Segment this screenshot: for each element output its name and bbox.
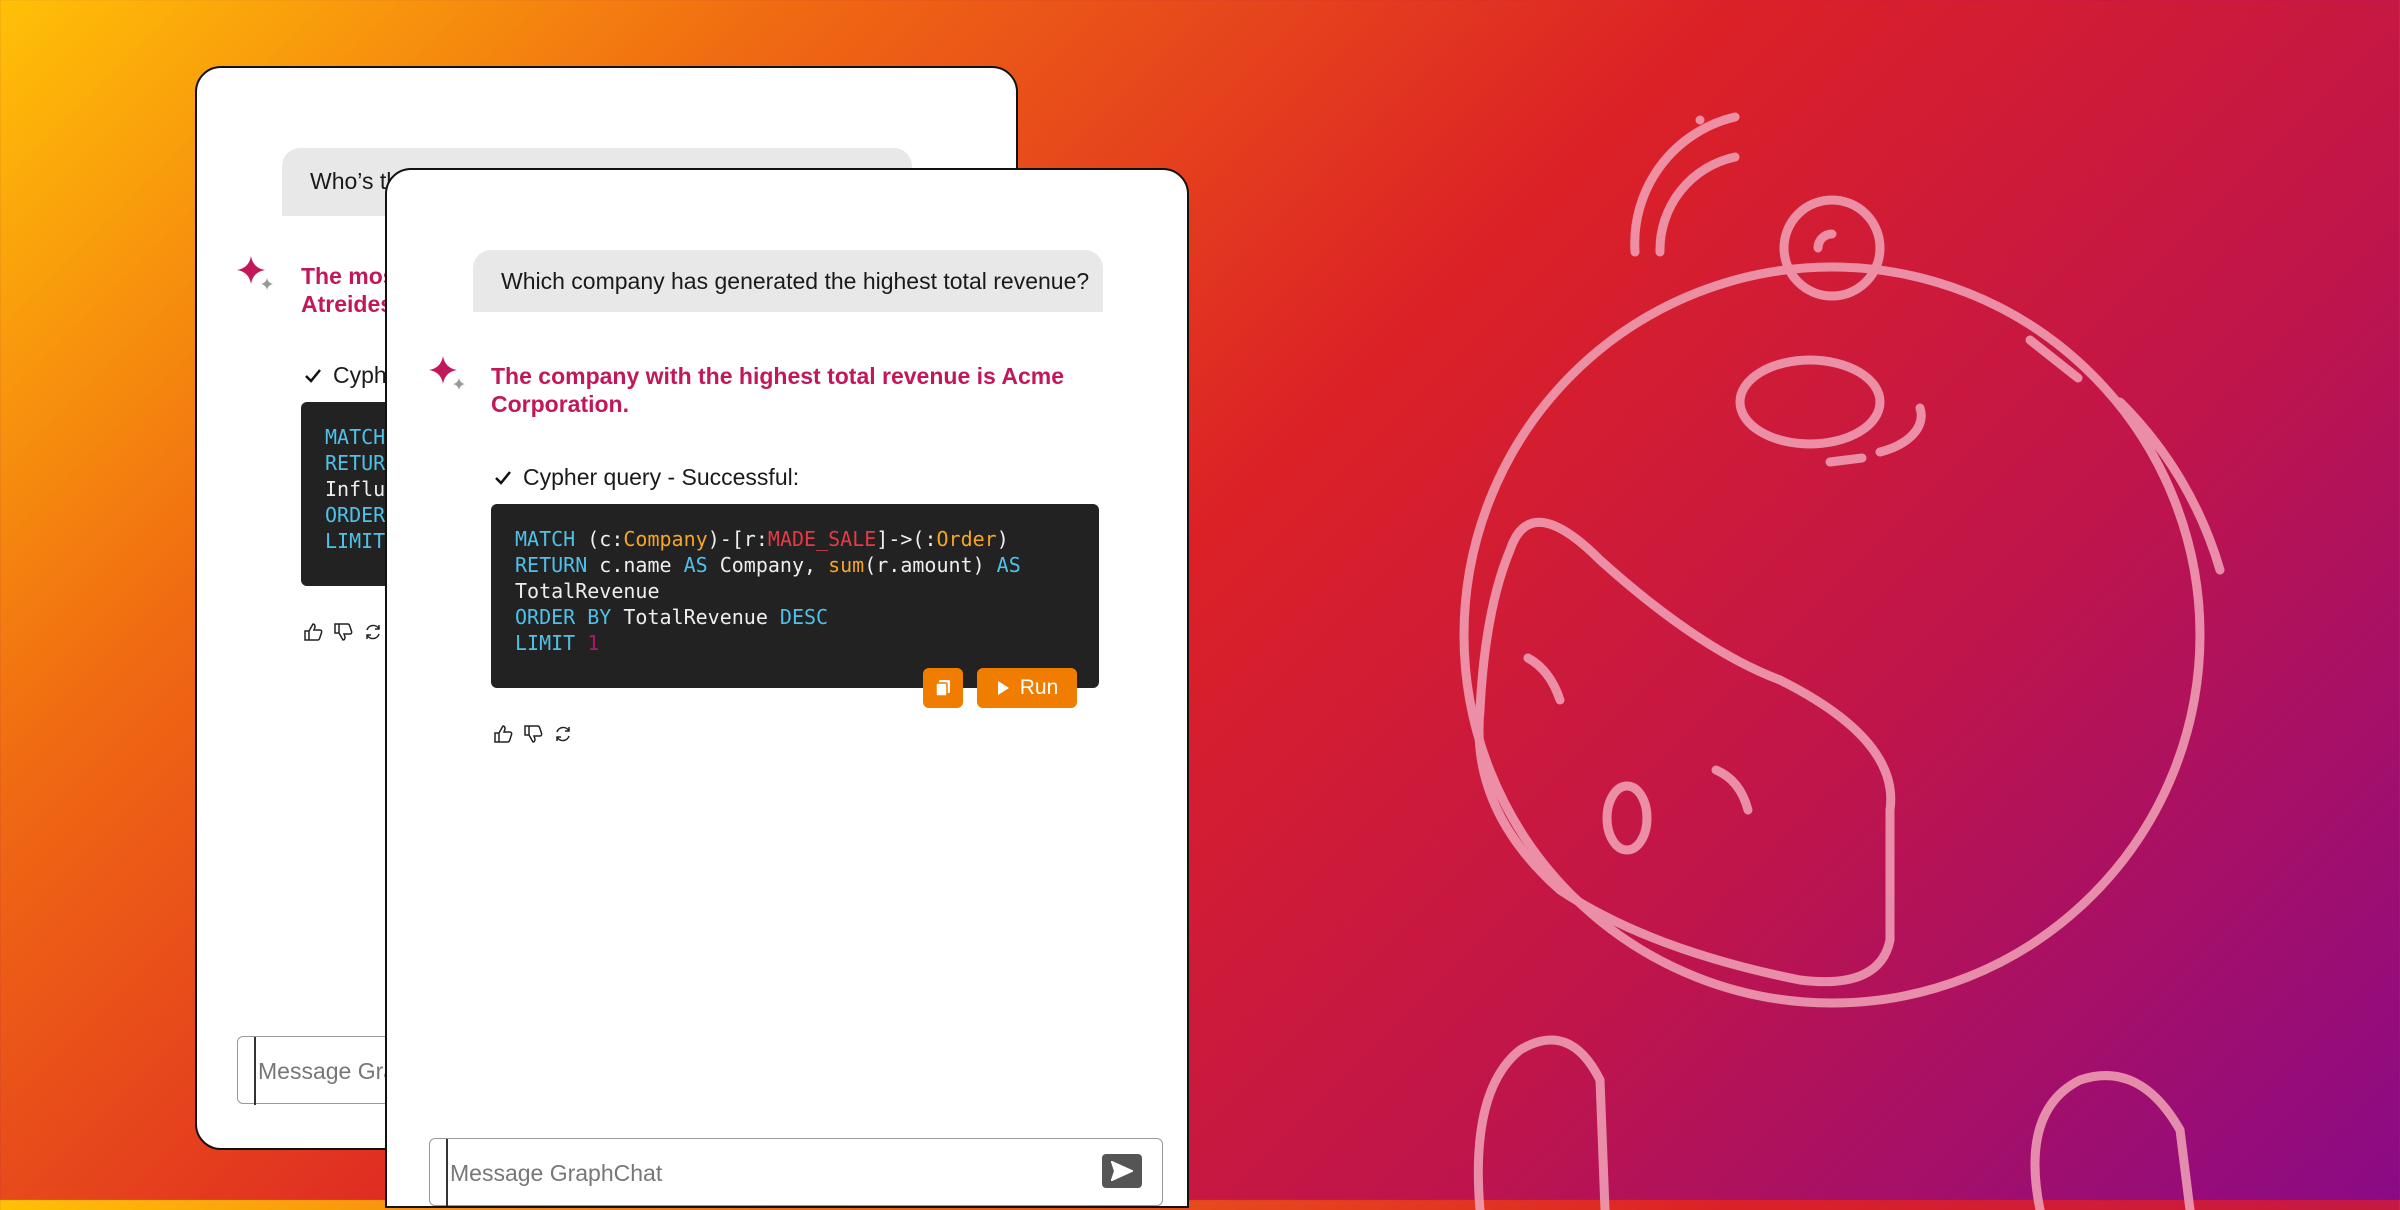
user-message-bubble: Which company has generated the highest … — [473, 250, 1103, 312]
status-label: Cyph — [333, 362, 387, 388]
code-line: TotalRevenue — [515, 579, 660, 603]
message-box — [429, 1138, 1163, 1206]
query-status: Cyph — [303, 362, 387, 389]
thumbs-up-icon[interactable] — [493, 724, 513, 744]
sparkle-icon — [237, 256, 273, 290]
thumbs-down-icon[interactable] — [523, 724, 543, 744]
run-button-label: Run — [1019, 676, 1059, 699]
code-line: ORDER BY TotalRevenue DESC — [515, 605, 829, 629]
thumbs-up-icon[interactable] — [303, 622, 323, 642]
check-icon — [495, 470, 511, 485]
run-query-button[interactable]: Run — [977, 668, 1077, 708]
sparkle-icon — [429, 356, 465, 390]
code-line: LIMIT 1 — [515, 631, 600, 655]
code-line: MATCH (c:Company)-[r:MADE_SALE]->(:Order… — [515, 527, 1009, 551]
cypher-code-block: MATCH (c:Company)-[r:MADE_SALE]->(:Order… — [491, 504, 1099, 688]
copy-icon — [935, 680, 950, 697]
feedback-controls — [303, 622, 383, 642]
copy-button[interactable] — [923, 668, 963, 708]
send-button[interactable] — [1102, 1154, 1142, 1188]
robot-illustration — [1459, 112, 2225, 1210]
regenerate-icon[interactable] — [553, 724, 573, 744]
query-status: Cypher query - Successful: — [493, 464, 799, 491]
check-icon — [305, 368, 321, 383]
assistant-answer: The company with the highest total reven… — [491, 363, 1064, 417]
send-icon — [1111, 1161, 1133, 1181]
status-label: Cypher query - Successful: — [523, 464, 800, 490]
message-input[interactable] — [446, 1139, 1104, 1206]
feedback-controls — [493, 724, 573, 744]
thumbs-down-icon[interactable] — [333, 622, 353, 642]
chat-window-foreground: Which company has generated the highest … — [385, 168, 1189, 1208]
code-line: RETURN c.name AS Company, sum(r.amount) … — [515, 553, 1021, 577]
user-message-text: Which company has generated the highest … — [501, 268, 1090, 294]
play-icon — [997, 681, 1009, 695]
regenerate-icon[interactable] — [363, 622, 383, 642]
